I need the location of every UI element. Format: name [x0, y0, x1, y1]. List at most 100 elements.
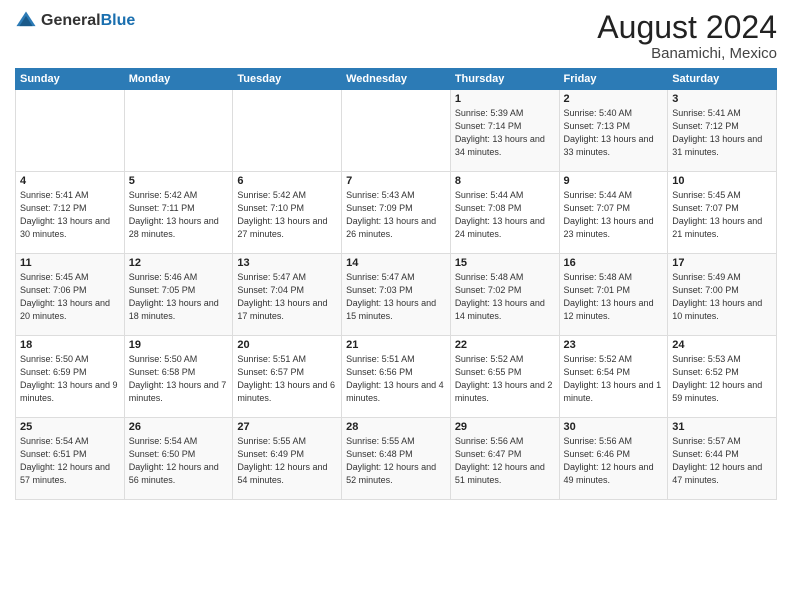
day-number: 16	[564, 257, 664, 269]
day-number: 8	[455, 175, 555, 187]
day-info: Sunrise: 5:46 AMSunset: 7:05 PMDaylight:…	[129, 272, 219, 321]
day-cell	[16, 90, 125, 172]
day-cell: 11Sunrise: 5:45 AMSunset: 7:06 PMDayligh…	[16, 254, 125, 336]
week-row-3: 11Sunrise: 5:45 AMSunset: 7:06 PMDayligh…	[16, 254, 777, 336]
day-number: 2	[564, 93, 664, 105]
col-sunday: Sunday	[16, 69, 125, 90]
day-number: 27	[237, 421, 337, 433]
day-number: 11	[20, 257, 120, 269]
day-cell: 5 Sunrise: 5:42 AMSunset: 7:11 PMDaylight…	[124, 172, 233, 254]
day-number: 1	[455, 93, 555, 105]
week-row-4: 18 Sunrise: 5:50 AMSunset: 6:59 PMDayligh…	[16, 336, 777, 418]
day-number: 21	[346, 339, 446, 351]
col-wednesday: Wednesday	[342, 69, 451, 90]
day-cell: 15 Sunrise: 5:48 AMSunset: 7:02 PMDayligh…	[450, 254, 559, 336]
logo: GeneralBlue	[15, 10, 135, 32]
day-cell: 19 Sunrise: 5:50 AMSunset: 6:58 PMDayligh…	[124, 336, 233, 418]
day-cell	[124, 90, 233, 172]
day-info: Sunrise: 5:41 AMSunset: 7:12 PMDaylight:…	[20, 190, 110, 239]
day-cell: 2 Sunrise: 5:40 AMSunset: 7:13 PMDaylight…	[559, 90, 668, 172]
day-number: 28	[346, 421, 446, 433]
day-info: Sunrise: 5:51 AMSunset: 6:57 PMDaylight:…	[237, 354, 335, 403]
week-row-1: 1 Sunrise: 5:39 AMSunset: 7:14 PMDaylight…	[16, 90, 777, 172]
day-number: 13	[237, 257, 337, 269]
day-info: Sunrise: 5:57 AMSunset: 6:44 PMDaylight:…	[672, 436, 762, 485]
day-cell: 22 Sunrise: 5:52 AMSunset: 6:55 PMDayligh…	[450, 336, 559, 418]
day-number: 4	[20, 175, 120, 187]
day-cell: 21Sunrise: 5:51 AMSunset: 6:56 PMDayligh…	[342, 336, 451, 418]
day-cell: 10 Sunrise: 5:45 AMSunset: 7:07 PMDayligh…	[668, 172, 777, 254]
day-info: Sunrise: 5:41 AMSunset: 7:12 PMDaylight:…	[672, 108, 762, 157]
day-cell: 7Sunrise: 5:43 AMSunset: 7:09 PMDaylight…	[342, 172, 451, 254]
col-thursday: Thursday	[450, 69, 559, 90]
week-row-2: 4 Sunrise: 5:41 AMSunset: 7:12 PMDaylight…	[16, 172, 777, 254]
day-cell: 18 Sunrise: 5:50 AMSunset: 6:59 PMDayligh…	[16, 336, 125, 418]
day-cell: 28 Sunrise: 5:55 AMSunset: 6:48 PMDayligh…	[342, 418, 451, 500]
day-info: Sunrise: 5:56 AMSunset: 6:46 PMDaylight:…	[564, 436, 654, 485]
day-cell: 29Sunrise: 5:56 AMSunset: 6:47 PMDayligh…	[450, 418, 559, 500]
day-info: Sunrise: 5:40 AMSunset: 7:13 PMDaylight:…	[564, 108, 654, 157]
day-number: 31	[672, 421, 772, 433]
day-cell: 24 Sunrise: 5:53 AMSunset: 6:52 PMDayligh…	[668, 336, 777, 418]
col-friday: Friday	[559, 69, 668, 90]
day-number: 22	[455, 339, 555, 351]
day-cell: 16Sunrise: 5:48 AMSunset: 7:01 PMDayligh…	[559, 254, 668, 336]
day-cell: 27 Sunrise: 5:55 AMSunset: 6:49 PMDayligh…	[233, 418, 342, 500]
day-number: 26	[129, 421, 229, 433]
sub-title: Banamichi, Mexico	[597, 45, 777, 62]
day-number: 30	[564, 421, 664, 433]
day-info: Sunrise: 5:52 AMSunset: 6:55 PMDaylight:…	[455, 354, 553, 403]
day-cell	[233, 90, 342, 172]
page: GeneralBlue August 2024 Banamichi, Mexic…	[0, 0, 792, 612]
day-info: Sunrise: 5:44 AMSunset: 7:07 PMDaylight:…	[564, 190, 654, 239]
day-info: Sunrise: 5:55 AMSunset: 6:48 PMDaylight:…	[346, 436, 436, 485]
day-info: Sunrise: 5:47 AMSunset: 7:03 PMDaylight:…	[346, 272, 436, 321]
day-cell: 30 Sunrise: 5:56 AMSunset: 6:46 PMDayligh…	[559, 418, 668, 500]
day-number: 25	[20, 421, 120, 433]
day-info: Sunrise: 5:42 AMSunset: 7:11 PMDaylight:…	[129, 190, 219, 239]
day-info: Sunrise: 5:45 AMSunset: 7:07 PMDaylight:…	[672, 190, 762, 239]
day-info: Sunrise: 5:47 AMSunset: 7:04 PMDaylight:…	[237, 272, 327, 321]
day-cell: 23Sunrise: 5:52 AMSunset: 6:54 PMDayligh…	[559, 336, 668, 418]
day-info: Sunrise: 5:55 AMSunset: 6:49 PMDaylight:…	[237, 436, 327, 485]
day-number: 10	[672, 175, 772, 187]
day-number: 24	[672, 339, 772, 351]
col-saturday: Saturday	[668, 69, 777, 90]
day-cell: 3Sunrise: 5:41 AMSunset: 7:12 PMDaylight…	[668, 90, 777, 172]
day-number: 29	[455, 421, 555, 433]
col-monday: Monday	[124, 69, 233, 90]
day-info: Sunrise: 5:53 AMSunset: 6:52 PMDaylight:…	[672, 354, 762, 403]
day-cell: 8 Sunrise: 5:44 AMSunset: 7:08 PMDaylight…	[450, 172, 559, 254]
header-row: Sunday Monday Tuesday Wednesday Thursday…	[16, 69, 777, 90]
day-cell: 25Sunrise: 5:54 AMSunset: 6:51 PMDayligh…	[16, 418, 125, 500]
day-number: 9	[564, 175, 664, 187]
day-info: Sunrise: 5:50 AMSunset: 6:58 PMDaylight:…	[129, 354, 227, 403]
day-cell: 20 Sunrise: 5:51 AMSunset: 6:57 PMDayligh…	[233, 336, 342, 418]
main-title: August 2024	[597, 10, 777, 45]
day-number: 5	[129, 175, 229, 187]
logo-general: General	[41, 12, 101, 29]
day-number: 6	[237, 175, 337, 187]
day-number: 15	[455, 257, 555, 269]
day-cell: 13 Sunrise: 5:47 AMSunset: 7:04 PMDayligh…	[233, 254, 342, 336]
day-cell: 26 Sunrise: 5:54 AMSunset: 6:50 PMDayligh…	[124, 418, 233, 500]
day-number: 7	[346, 175, 446, 187]
day-cell: 17Sunrise: 5:49 AMSunset: 7:00 PMDayligh…	[668, 254, 777, 336]
day-number: 23	[564, 339, 664, 351]
day-info: Sunrise: 5:54 AMSunset: 6:50 PMDaylight:…	[129, 436, 219, 485]
day-info: Sunrise: 5:44 AMSunset: 7:08 PMDaylight:…	[455, 190, 545, 239]
header: GeneralBlue August 2024 Banamichi, Mexic…	[15, 10, 777, 62]
day-info: Sunrise: 5:50 AMSunset: 6:59 PMDaylight:…	[20, 354, 118, 403]
day-cell: 31 Sunrise: 5:57 AMSunset: 6:44 PMDayligh…	[668, 418, 777, 500]
day-number: 12	[129, 257, 229, 269]
day-info: Sunrise: 5:39 AMSunset: 7:14 PMDaylight:…	[455, 108, 545, 157]
logo-icon	[15, 10, 37, 32]
day-cell: 12 Sunrise: 5:46 AMSunset: 7:05 PMDayligh…	[124, 254, 233, 336]
week-row-5: 25Sunrise: 5:54 AMSunset: 6:51 PMDayligh…	[16, 418, 777, 500]
day-info: Sunrise: 5:42 AMSunset: 7:10 PMDaylight:…	[237, 190, 327, 239]
day-number: 20	[237, 339, 337, 351]
day-number: 18	[20, 339, 120, 351]
day-cell	[342, 90, 451, 172]
day-info: Sunrise: 5:48 AMSunset: 7:02 PMDaylight:…	[455, 272, 545, 321]
day-number: 19	[129, 339, 229, 351]
